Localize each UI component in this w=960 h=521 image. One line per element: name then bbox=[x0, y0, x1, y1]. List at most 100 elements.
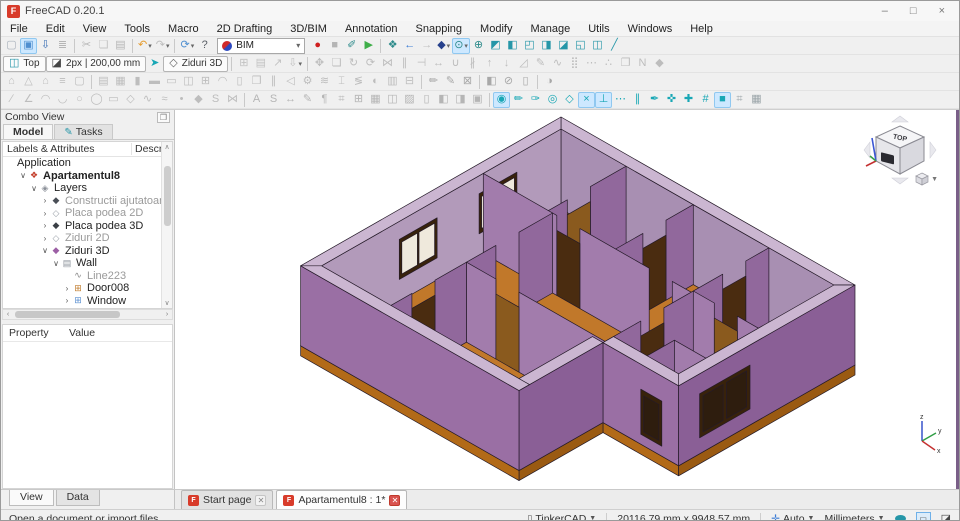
annotation-page-button[interactable]: ▯ bbox=[418, 92, 435, 108]
menu-file[interactable]: File bbox=[1, 21, 37, 36]
add-to-group-button[interactable]: ⊞ bbox=[235, 56, 252, 72]
snap-lock-button[interactable]: ◉ bbox=[493, 91, 510, 108]
workbench-selector[interactable]: BIM ▾ bbox=[217, 37, 306, 54]
right-view-button[interactable]: ◨ bbox=[538, 38, 555, 54]
document-tab-start-page[interactable]: F Start page ✕ bbox=[181, 490, 274, 509]
snap-mode-selector[interactable]: ✛ Auto ▼ bbox=[771, 513, 814, 521]
bim-column-button[interactable]: ▮ bbox=[129, 74, 146, 90]
bim-space-button[interactable]: ▢ bbox=[71, 74, 88, 90]
scroll-left-icon[interactable]: ‹ bbox=[3, 311, 13, 318]
open-external-button[interactable]: ↗ bbox=[269, 56, 286, 72]
bim-curtain-wall-button[interactable]: ▦ bbox=[112, 74, 129, 90]
path-array-button[interactable]: ⋯ bbox=[583, 56, 600, 72]
close-tab-icon[interactable]: ✕ bbox=[255, 494, 267, 506]
bim-fence-button[interactable]: ∥ bbox=[265, 74, 282, 90]
snap-endpoint-button[interactable]: ✏ bbox=[510, 92, 527, 108]
bim-stairs-button[interactable]: ≶ bbox=[350, 74, 367, 90]
mirror-button[interactable]: ⋈ bbox=[379, 56, 396, 72]
snap-midpoint-button[interactable]: ✑ bbox=[527, 92, 544, 108]
menu-help[interactable]: Help bbox=[681, 21, 722, 36]
model-face-doorM[interactable] bbox=[495, 293, 520, 373]
scale-button[interactable]: ◿ bbox=[515, 56, 532, 72]
tree-item-application[interactable]: Application bbox=[3, 157, 172, 170]
move-button[interactable]: ✥ bbox=[311, 56, 328, 72]
axonometric-view-button[interactable]: ◩ bbox=[487, 38, 504, 54]
document-tab-apartamentul8-1-[interactable]: F Apartamentul8 : 1* ✕ bbox=[276, 490, 408, 509]
nav-back-button[interactable]: ← bbox=[401, 38, 418, 54]
group-button[interactable]: ▤ bbox=[252, 56, 269, 72]
macro-stop-button[interactable]: ■ bbox=[326, 38, 343, 54]
bim-project-button[interactable]: ⌂ bbox=[3, 74, 20, 90]
open-file-button[interactable]: ▣ bbox=[20, 37, 37, 54]
trim-button[interactable]: ⊣ bbox=[413, 56, 430, 72]
scroll-thumb[interactable] bbox=[163, 166, 171, 226]
polar-rotate-button[interactable]: ⟳ bbox=[362, 56, 379, 72]
tree-item-ziduri-2d[interactable]: › ◇ Ziduri 2D bbox=[3, 232, 172, 245]
snap-parallel-button[interactable]: ∥ bbox=[629, 92, 646, 108]
menu-tools[interactable]: Tools bbox=[115, 21, 159, 36]
draft-polyline-button[interactable]: ∠ bbox=[20, 92, 37, 108]
snap-intersection-button[interactable]: × bbox=[578, 91, 595, 108]
save-button[interactable]: ⇩ bbox=[37, 38, 54, 54]
model-face-iwB[interactable] bbox=[466, 261, 497, 360]
tree-expand-icon[interactable]: ∨ bbox=[29, 184, 39, 193]
scroll-right-icon[interactable]: › bbox=[162, 311, 172, 318]
tree-item-placa-podea-2d[interactable]: › ◇ Placa podea 2D bbox=[3, 207, 172, 220]
new-file-button[interactable]: ▢ bbox=[3, 38, 20, 54]
annotation-axis-button[interactable]: ⌗ bbox=[333, 92, 350, 108]
tree-expand-icon[interactable]: › bbox=[62, 284, 72, 293]
array-button[interactable]: ⣿ bbox=[566, 56, 583, 72]
annotation-shapestring-button[interactable]: S bbox=[265, 92, 282, 108]
menu-manage[interactable]: Manage bbox=[521, 21, 579, 36]
tree-item-constructii-ajutatoare[interactable]: › ◆ Constructii ajutatoare bbox=[3, 195, 172, 208]
bim-rebar-button[interactable]: ≋ bbox=[316, 74, 333, 90]
snap-ortho-button[interactable]: ✚ bbox=[680, 92, 697, 108]
menu-view[interactable]: View bbox=[74, 21, 116, 36]
snap-dimensions-button[interactable]: ⌗ bbox=[731, 92, 748, 108]
tree-item-ziduri-3d[interactable]: ∨ ◆ Ziduri 3D bbox=[3, 245, 172, 258]
macro-edit-button[interactable]: ✐ bbox=[343, 38, 360, 54]
draft-facebinder-button[interactable]: ◆ bbox=[190, 92, 207, 108]
tree-item-door008[interactable]: › ⊞ Door008 bbox=[3, 282, 172, 295]
tree-expand-icon[interactable]: › bbox=[40, 209, 50, 218]
draft-point-button[interactable]: • bbox=[173, 92, 190, 108]
draft-to-sketch-button[interactable]: N bbox=[634, 56, 651, 72]
annotation-dimension-button[interactable]: ↔ bbox=[282, 92, 299, 108]
annotation-axes-system-button[interactable]: ⊞ bbox=[350, 92, 367, 108]
bim-slab-button[interactable]: ▭ bbox=[163, 74, 180, 90]
draft-circle-button[interactable]: ○ bbox=[71, 92, 88, 108]
annotation-style-button[interactable]: ¶ bbox=[316, 92, 333, 108]
paste-button[interactable]: ▤ bbox=[112, 38, 129, 54]
snap-extension-button[interactable]: ⋯ bbox=[612, 92, 629, 108]
front-view-button[interactable]: ◧ bbox=[504, 38, 521, 54]
tree-horizontal-scrollbar[interactable]: ‹ › bbox=[2, 309, 173, 320]
bim-frame-button[interactable]: ❒ bbox=[248, 74, 265, 90]
annotation-text-button[interactable]: A bbox=[248, 92, 265, 108]
menu-windows[interactable]: Windows bbox=[619, 21, 682, 36]
tree-item-window[interactable]: › ⊞ Window bbox=[3, 295, 172, 308]
clipping-toggle[interactable]: ◪ bbox=[941, 512, 951, 520]
annotation-image-plane-button[interactable]: ▣ bbox=[469, 92, 486, 108]
bim-schedule-button[interactable]: ▥ bbox=[384, 74, 401, 90]
tree-item-apartamentul8[interactable]: ∨ ❖ Apartamentul8 bbox=[3, 170, 172, 183]
working-plane-button-button[interactable]: ◫ Top bbox=[3, 55, 46, 72]
annotation-grid-button[interactable]: ▦ bbox=[367, 92, 384, 108]
sketch-map-button[interactable]: ⊠ bbox=[459, 74, 476, 90]
draft-mirror-button[interactable]: ⋈ bbox=[224, 92, 241, 108]
tree-expand-icon[interactable]: ∨ bbox=[18, 171, 28, 180]
panel-tab-data[interactable]: Data bbox=[55, 490, 100, 506]
navigation-style-icon[interactable] bbox=[894, 515, 906, 520]
panel-float-icon[interactable]: ❐ bbox=[156, 111, 170, 123]
view-sync-button[interactable]: ❖ bbox=[384, 38, 401, 54]
measure-button[interactable]: ╱ bbox=[606, 38, 623, 54]
tree-expand-icon[interactable]: ∨ bbox=[51, 259, 61, 268]
import-export-button[interactable]: ⇩ ▾ bbox=[286, 56, 304, 72]
draft-rectangle-button[interactable]: ▭ bbox=[105, 92, 122, 108]
tree-expand-icon[interactable]: › bbox=[40, 234, 50, 243]
upgrade-button[interactable]: ↑ bbox=[481, 56, 498, 72]
navigation-cube[interactable]: TOP bbox=[852, 114, 948, 200]
sketch-edit-button[interactable]: ✎ bbox=[442, 74, 459, 90]
scroll-up-icon[interactable]: ∧ bbox=[164, 142, 169, 152]
menu-edit[interactable]: Edit bbox=[37, 21, 74, 36]
annotation-hatch-button[interactable]: ▨ bbox=[401, 92, 418, 108]
